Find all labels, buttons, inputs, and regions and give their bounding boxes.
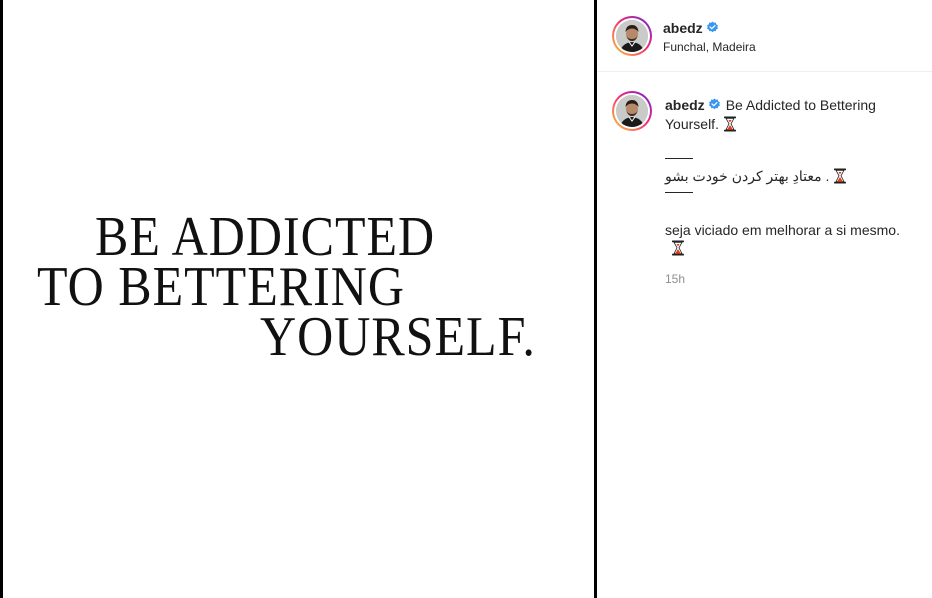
- post-sidebar: abedz Funchal, Madeira abedz Be Addicted…: [597, 0, 932, 598]
- location-link[interactable]: Funchal, Madeira: [663, 40, 756, 54]
- caption-avatar[interactable]: [612, 91, 652, 131]
- header-username[interactable]: abedz: [663, 20, 703, 36]
- divider: [665, 158, 693, 159]
- avatar[interactable]: [612, 16, 652, 56]
- verified-badge-icon: [706, 21, 718, 33]
- caption-english-line-2: Yourself.: [665, 116, 719, 132]
- hourglass-emoji-icon: [672, 240, 684, 256]
- quote-line-3: YOURSELF.: [260, 304, 536, 368]
- caption-english-line-1: Be Addicted to Bettering: [725, 97, 876, 113]
- verified-badge-icon: [708, 98, 720, 110]
- divider: [665, 192, 693, 193]
- post-image[interactable]: BE ADDICTED TO BETTERING YOURSELF.: [0, 0, 597, 598]
- caption-persian: معتادِ بهتر کردن خودت بشو .: [665, 168, 830, 184]
- post-header: abedz Funchal, Madeira: [597, 0, 932, 72]
- caption-portuguese: seja viciado em melhorar a si mesmo.: [665, 222, 900, 238]
- hourglass-emoji-icon: [834, 168, 847, 184]
- hourglass-emoji-icon: [723, 116, 736, 132]
- post-timestamp[interactable]: 15h: [665, 272, 685, 286]
- caption-username[interactable]: abedz: [665, 97, 705, 113]
